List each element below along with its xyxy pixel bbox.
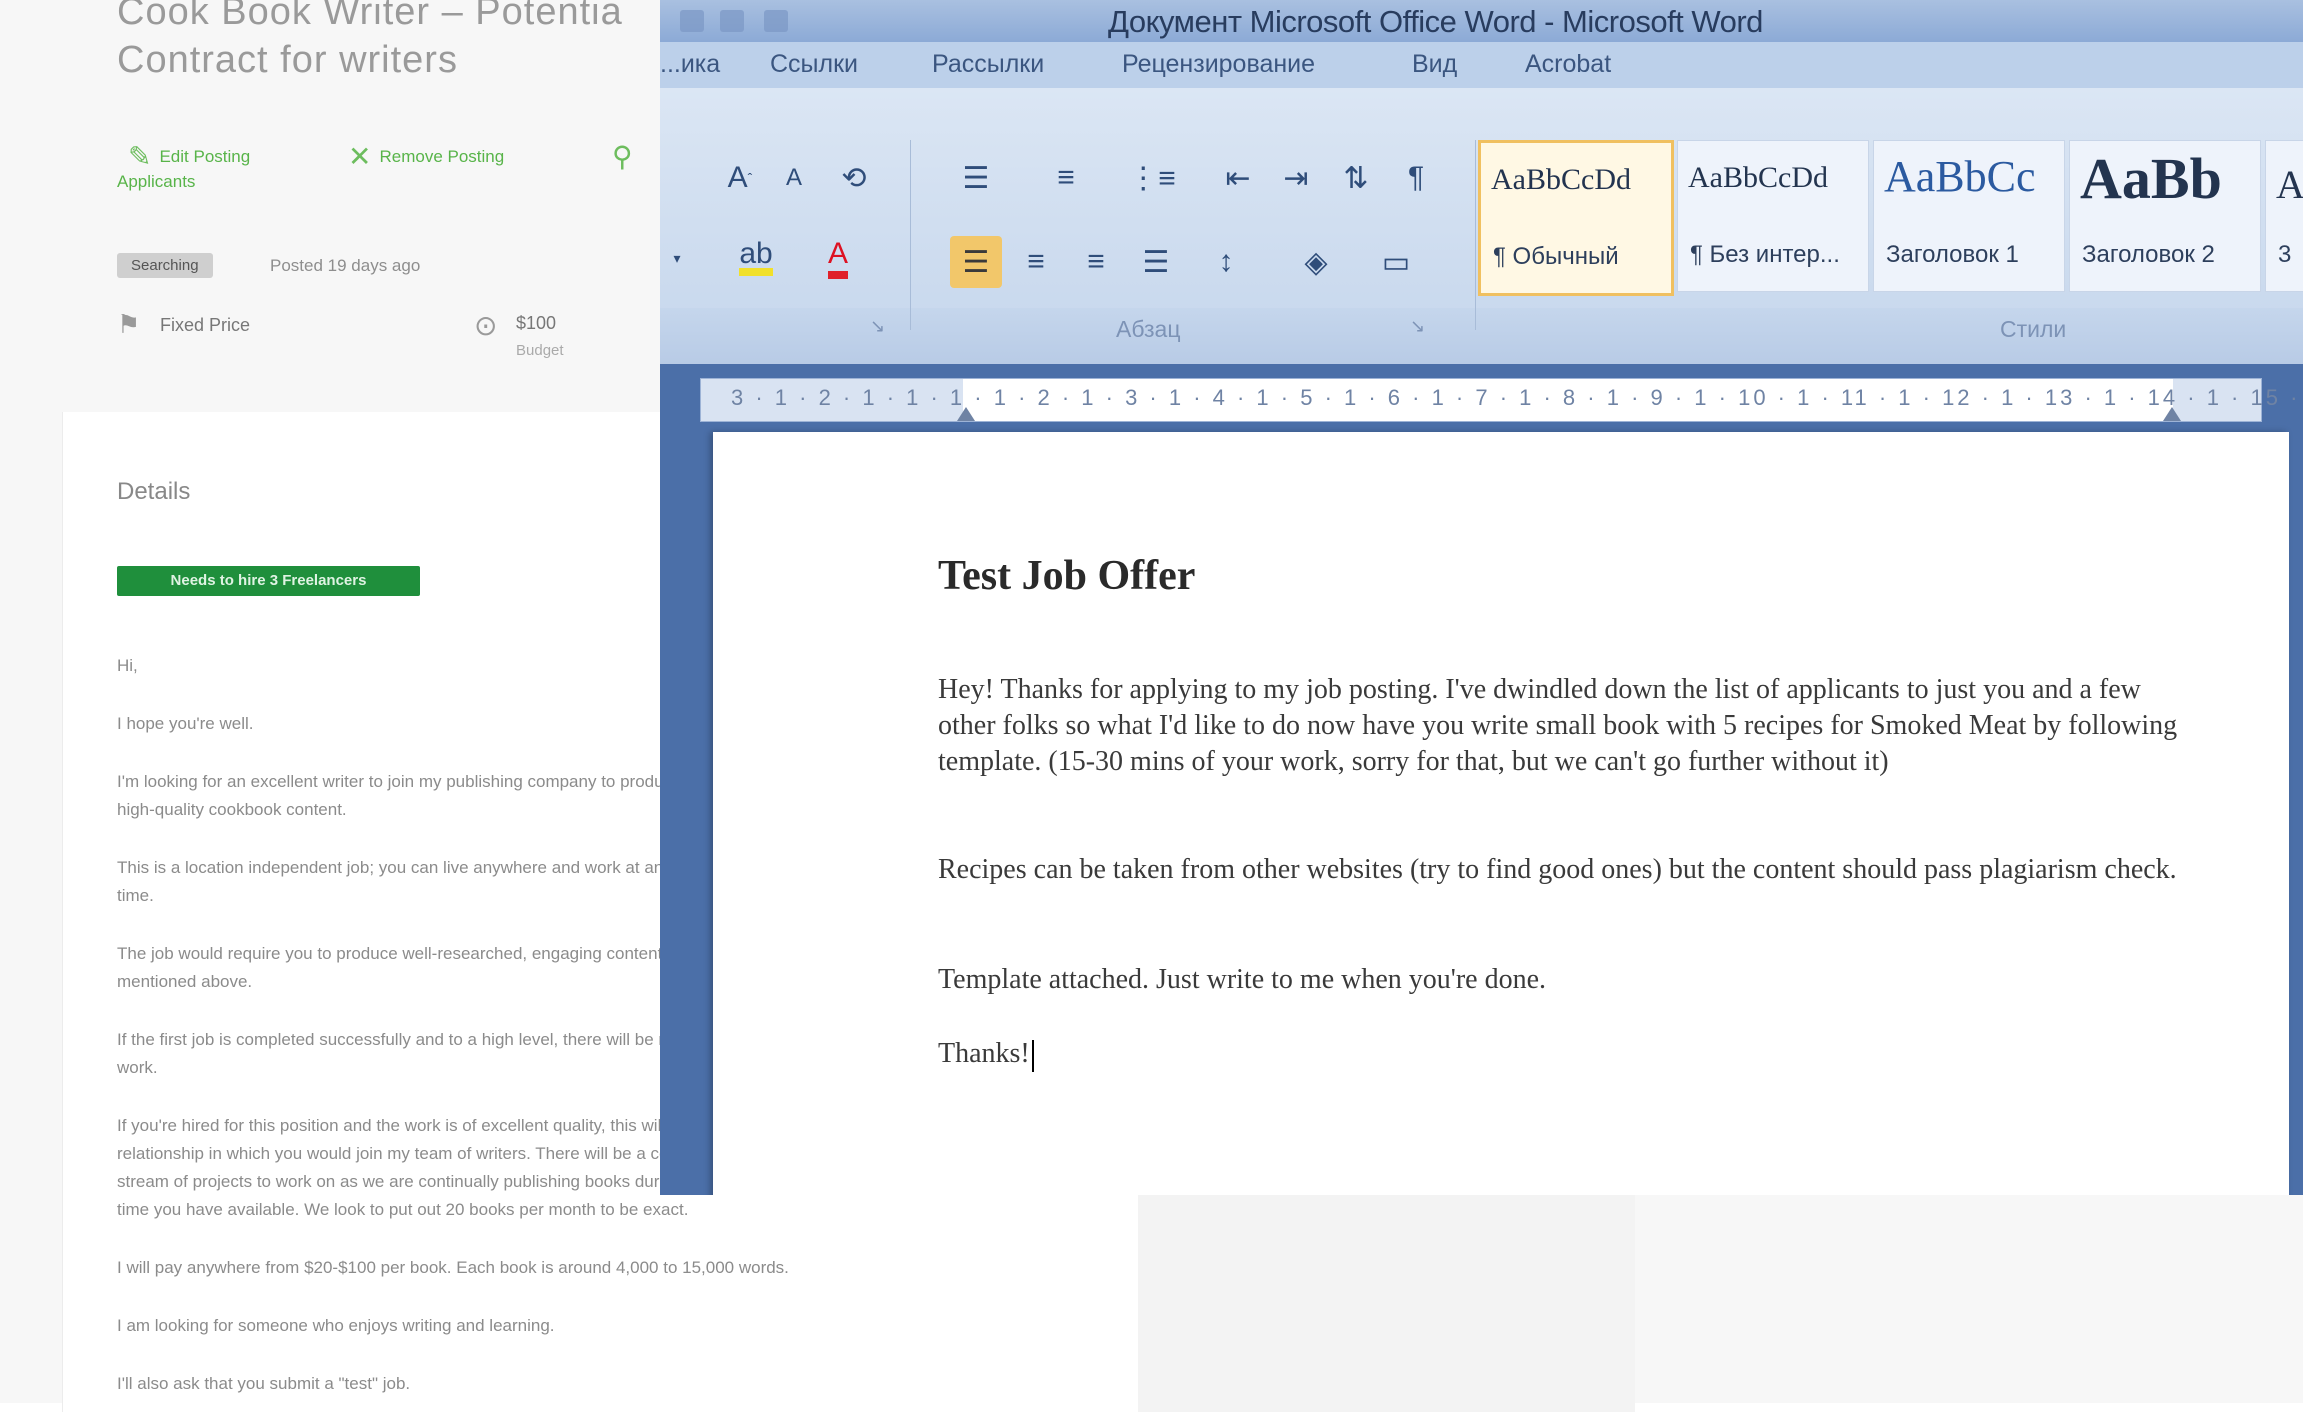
font-dropdown-arrow[interactable]: ▾ — [662, 232, 692, 284]
shrink-font-icon[interactable]: A — [768, 152, 820, 204]
description-line: time you have available. We look to put … — [117, 1200, 689, 1219]
sort-icon[interactable]: ⇅ — [1330, 152, 1382, 204]
style-sample: AaBb — [2080, 146, 2222, 211]
document-paragraph: Thanks! — [938, 1038, 1030, 1069]
paragraph-dialog-launcher[interactable]: ↘ — [1410, 316, 1425, 337]
borders-icon[interactable]: ▭ — [1370, 236, 1422, 288]
ribbon: Aˆ A ⟲ ▾ ab A ↘ ☰ ≡ ⋮≡ ⇤ ⇥ ⇅ ¶ ☰ ≡ ≡ ☰ ↕… — [660, 88, 2303, 364]
details-heading: Details — [117, 478, 191, 505]
group-separator — [1475, 140, 1476, 330]
multilevel-list-icon[interactable]: ⋮≡ — [1126, 152, 1178, 204]
grow-font-icon[interactable]: Aˆ — [714, 152, 766, 204]
applicants-link[interactable]: Applicants — [117, 172, 195, 192]
bullets-icon[interactable]: ☰ — [950, 152, 1002, 204]
applicants-label: Applicants — [117, 172, 196, 191]
description-line: I will pay anywhere from $20-$100 per bo… — [117, 1258, 789, 1277]
close-icon: ✕ — [348, 141, 372, 172]
side-panel — [1138, 1192, 1635, 1412]
show-marks-icon[interactable]: ¶ — [1390, 152, 1442, 204]
pencil-icon: ✎ — [128, 141, 152, 172]
style-name: Заголовок 2 — [2082, 241, 2215, 268]
horizontal-ruler[interactable]: 3 · 1 · 2 · 1 · 1 · 1 · 1 · 2 · 1 · 3 · … — [700, 378, 2303, 422]
edit-posting-label: Edit Posting — [159, 146, 251, 166]
group-separator — [910, 140, 911, 330]
price-type: Fixed Price — [160, 315, 251, 335]
clear-format-icon[interactable]: ⟲ — [828, 152, 880, 204]
style-name: ¶ Обычный — [1493, 243, 1619, 270]
posted-date: Posted 19 days ago — [270, 256, 421, 275]
align-left-icon[interactable]: ☰ — [950, 236, 1002, 288]
window-title: Документ Microsoft Office Word - Microso… — [1108, 4, 1763, 39]
pin-icon: ⚲ — [612, 141, 633, 172]
tab-references[interactable]: Ссылки — [770, 50, 858, 79]
right-indent-marker[interactable] — [2163, 407, 2181, 421]
style-heading-1[interactable]: AaBbCc Заголовок 1 — [1873, 140, 2065, 292]
ribbon-tabs: ...ика Ссылки Рассылки Рецензирование Ви… — [660, 42, 2303, 89]
decrease-indent-icon[interactable]: ⇤ — [1212, 152, 1264, 204]
dollar-circle-icon: ⊙ — [474, 310, 498, 341]
undo-icon[interactable] — [720, 10, 744, 32]
document-heading: Test Job Offer — [938, 553, 1196, 599]
style-heading-2[interactable]: AaBb Заголовок 2 — [2069, 140, 2261, 292]
style-sample: AaBbCc — [1884, 152, 2036, 201]
hire-count-badge: Needs to hire 3 Freelancers — [117, 566, 420, 596]
align-center-icon[interactable]: ≡ — [1010, 236, 1062, 288]
save-icon[interactable] — [680, 10, 704, 32]
style-sample: AaBbCcDd — [1688, 161, 1828, 194]
document-paragraph: Hey! Thanks for applying to my job posti… — [938, 674, 2178, 777]
tab-acrobat[interactable]: Acrobat — [1525, 50, 1611, 79]
remove-posting-label: Remove Posting — [379, 146, 505, 166]
status-badge: Searching — [117, 253, 213, 278]
highlight-icon[interactable]: ab — [730, 232, 782, 284]
style-name: Заголовок 1 — [1886, 241, 2019, 268]
document-paragraph: Template attached. Just write to me when… — [938, 964, 1547, 995]
style-no-spacing[interactable]: AaBbCcDd ¶ Без интер... — [1677, 140, 1869, 292]
style-name: ¶ Без интер... — [1690, 241, 1840, 268]
tab-mailings[interactable]: Рассылки — [932, 50, 1044, 79]
edit-posting-link[interactable]: ✎ Edit Posting — [128, 140, 250, 173]
pin-posting-link[interactable]: ⚲ — [612, 140, 633, 173]
tab-page-layout[interactable]: ...ика — [660, 50, 720, 79]
font-color-icon[interactable]: A — [812, 232, 864, 284]
align-right-icon[interactable]: ≡ — [1070, 236, 1122, 288]
document-page[interactable]: Test Job Offer Hey! Thanks for applying … — [713, 432, 2289, 1195]
document-paragraph: Recipes can be taken from other websites… — [938, 854, 2177, 885]
text-cursor — [1031, 1039, 1034, 1072]
shading-icon[interactable]: ◈ — [1290, 236, 1342, 288]
style-sample: A — [2276, 162, 2303, 207]
left-indent-marker[interactable] — [957, 407, 975, 421]
tab-view[interactable]: Вид — [1412, 50, 1457, 79]
description-line: I'll also ask that you submit a "test" j… — [117, 1374, 411, 1393]
style-heading-3[interactable]: A 3 — [2265, 140, 2303, 292]
remove-posting-link[interactable]: ✕ Remove Posting — [348, 140, 504, 173]
paragraph-group-label: Абзац — [1116, 316, 1181, 342]
line-spacing-icon[interactable]: ↕ — [1200, 236, 1252, 288]
budget-label: Budget — [516, 342, 564, 359]
tag-icon: ⚑ — [117, 309, 141, 339]
description-line: I am looking for someone who enjoys writ… — [117, 1316, 555, 1335]
title-bar[interactable]: Документ Microsoft Office Word - Microso… — [660, 0, 2303, 42]
tab-review[interactable]: Рецензирование — [1122, 50, 1315, 79]
numbering-icon[interactable]: ≡ — [1040, 152, 1092, 204]
redo-icon[interactable] — [764, 10, 788, 32]
document-paragraph-last: Thanks! — [938, 1036, 2178, 1072]
style-normal[interactable]: AaBbCcDd ¶ Обычный — [1478, 140, 1674, 296]
style-sample: AaBbCcDd — [1491, 163, 1631, 196]
word-window: Документ Microsoft Office Word - Microso… — [660, 0, 2303, 1195]
font-dialog-launcher[interactable]: ↘ — [870, 316, 885, 337]
justify-icon[interactable]: ☰ — [1130, 236, 1182, 288]
style-name: 3 — [2278, 241, 2292, 268]
styles-group-label: Стили — [2000, 316, 2067, 342]
increase-indent-icon[interactable]: ⇥ — [1270, 152, 1322, 204]
budget-value: $100 — [516, 313, 557, 333]
job-title: Cook Book Writer – Potentia Contract for… — [117, 0, 623, 81]
